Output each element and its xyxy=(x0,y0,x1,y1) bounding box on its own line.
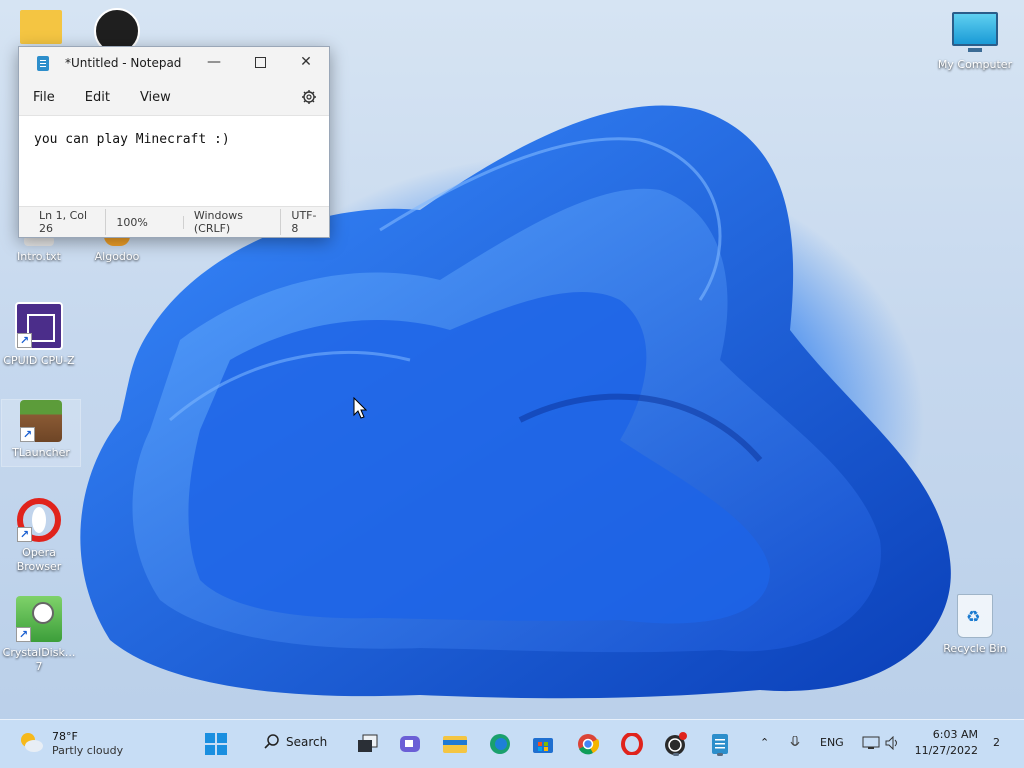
folder-icon xyxy=(20,10,62,44)
desktop-icon-label: CrystalDisk... 7 xyxy=(2,646,76,673)
window-title: *Untitled - Notepad xyxy=(65,56,182,70)
weather-widget[interactable]: 78°F Partly cloudy xyxy=(18,730,123,758)
settings-gear-icon[interactable] xyxy=(301,89,317,105)
language-label: ENG xyxy=(820,736,844,749)
status-bar: Ln 1, Col 26 100% Windows (CRLF) UTF-8 xyxy=(19,206,329,237)
chat-icon xyxy=(400,736,420,752)
encoding: UTF-8 xyxy=(291,209,317,235)
edge-icon xyxy=(490,734,510,754)
desktop-icon-label: Opera Browser xyxy=(16,546,62,573)
notepad-icon xyxy=(712,734,728,754)
chevron-up-icon: ⌃ xyxy=(760,736,770,749)
maximize-button[interactable] xyxy=(237,47,283,77)
notepad-window[interactable]: *Untitled - Notepad — ✕ File Edit View y… xyxy=(18,46,330,238)
desktop-icon-label: Recycle Bin xyxy=(943,642,1007,655)
desktop-icon-label: Algodoo xyxy=(94,250,140,263)
notepad-button[interactable] xyxy=(706,730,734,758)
partly-cloudy-icon xyxy=(21,733,43,752)
network-tray-button[interactable] xyxy=(862,736,880,753)
chrome-button[interactable] xyxy=(574,730,602,758)
running-indicator xyxy=(717,753,723,756)
desktop-icon-folder[interactable] xyxy=(2,10,80,48)
shortcut-arrow-icon: ↗ xyxy=(17,527,32,542)
windows-logo-icon xyxy=(205,733,227,755)
menu-edit[interactable]: Edit xyxy=(85,86,110,109)
minecraft-grass-block-icon: ↗ xyxy=(20,400,62,442)
task-view-button[interactable] xyxy=(354,730,382,758)
menu-file[interactable]: File xyxy=(33,86,55,109)
menu-bar: File Edit View xyxy=(19,79,329,115)
close-icon: ✕ xyxy=(300,54,312,70)
store-button[interactable] xyxy=(529,730,557,758)
show-hidden-icons-button[interactable]: ⌃ xyxy=(760,736,769,749)
opera-button[interactable] xyxy=(618,730,646,758)
store-icon xyxy=(533,738,553,753)
menu-view[interactable]: View xyxy=(140,86,171,109)
maximize-icon xyxy=(254,56,266,68)
start-button[interactable] xyxy=(202,730,230,758)
monitor-icon xyxy=(952,12,998,52)
network-icon xyxy=(862,736,880,749)
shortcut-arrow-icon: ↗ xyxy=(16,627,31,642)
desktop-icon-label: Intro.txt xyxy=(17,250,61,263)
desktop-icon-algodoo[interactable]: Algodoo xyxy=(78,236,156,264)
microphone-tray-button[interactable] xyxy=(790,735,800,753)
search-label: Search xyxy=(286,735,328,749)
edge-button[interactable] xyxy=(486,730,514,758)
minimize-button[interactable]: — xyxy=(191,47,237,77)
language-indicator[interactable]: ENG xyxy=(820,736,844,749)
opera-icon: ↗ xyxy=(17,498,61,542)
clock-date: 11/27/2022 xyxy=(914,744,978,757)
notification-badge[interactable]: 2 xyxy=(993,736,1000,749)
line-ending: Windows (CRLF) xyxy=(184,209,282,235)
file-explorer-button[interactable] xyxy=(441,730,469,758)
speaker-icon xyxy=(885,735,897,751)
desktop-icon-recycle-bin[interactable]: ♻ Recycle Bin xyxy=(936,594,1014,656)
shortcut-arrow-icon: ↗ xyxy=(20,427,35,442)
desktop-icon-crystaldisk[interactable]: ↗ CrystalDisk... 7 xyxy=(0,596,78,674)
desktop-icon-opera[interactable]: ↗ Opera Browser xyxy=(0,498,78,574)
cpuz-icon: ↗ xyxy=(15,302,63,350)
close-button[interactable]: ✕ xyxy=(283,47,329,77)
text-editor-area[interactable]: you can play Minecraft :) xyxy=(19,115,329,216)
mouse-cursor-icon xyxy=(353,397,367,419)
desktop-icon-label: My Computer xyxy=(937,58,1013,71)
search-icon xyxy=(264,734,279,749)
cursor-position: Ln 1, Col 26 xyxy=(19,209,107,235)
running-indicator xyxy=(673,753,679,756)
weather-condition: Partly cloudy xyxy=(52,744,124,757)
desktop-icon-cpuz[interactable]: ↗ CPUID CPU-Z xyxy=(0,302,78,368)
zoom-level: 100% xyxy=(106,215,184,229)
search-button[interactable]: Search xyxy=(264,734,327,750)
volume-tray-button[interactable] xyxy=(885,735,901,753)
chrome-icon xyxy=(578,734,599,755)
taskbar: 78°F Partly cloudy Search ⌃ ENG 6:03 AM … xyxy=(0,719,1024,768)
desktop-icon-tlauncher[interactable]: ↗ TLauncher xyxy=(1,399,81,467)
notepad-app-icon xyxy=(37,55,49,71)
desktop-icon-label: TLauncher xyxy=(12,446,70,459)
clock-time: 6:03 AM xyxy=(932,728,978,741)
opera-icon xyxy=(621,733,643,755)
task-view-icon xyxy=(358,734,378,752)
recycle-bin-icon: ♻ xyxy=(957,594,993,638)
teams-chat-button[interactable] xyxy=(396,730,424,758)
microphone-icon xyxy=(790,735,800,746)
obs-button[interactable] xyxy=(662,730,690,758)
desktop-icon-intro-txt[interactable]: Intro.txt xyxy=(0,236,78,264)
crystaldisk-icon: ↗ xyxy=(16,596,62,642)
notepad-title-bar[interactable]: *Untitled - Notepad — ✕ xyxy=(19,47,329,79)
minimize-icon: — xyxy=(207,54,221,70)
desktop-icon-label: CPUID CPU-Z xyxy=(3,354,75,367)
folder-icon xyxy=(443,736,467,753)
desktop-icon-my-computer[interactable]: My Computer xyxy=(936,12,1014,72)
clock[interactable]: 6:03 AM 11/27/2022 xyxy=(915,727,978,759)
shortcut-arrow-icon: ↗ xyxy=(17,333,32,348)
weather-temp: 78°F xyxy=(52,730,78,743)
